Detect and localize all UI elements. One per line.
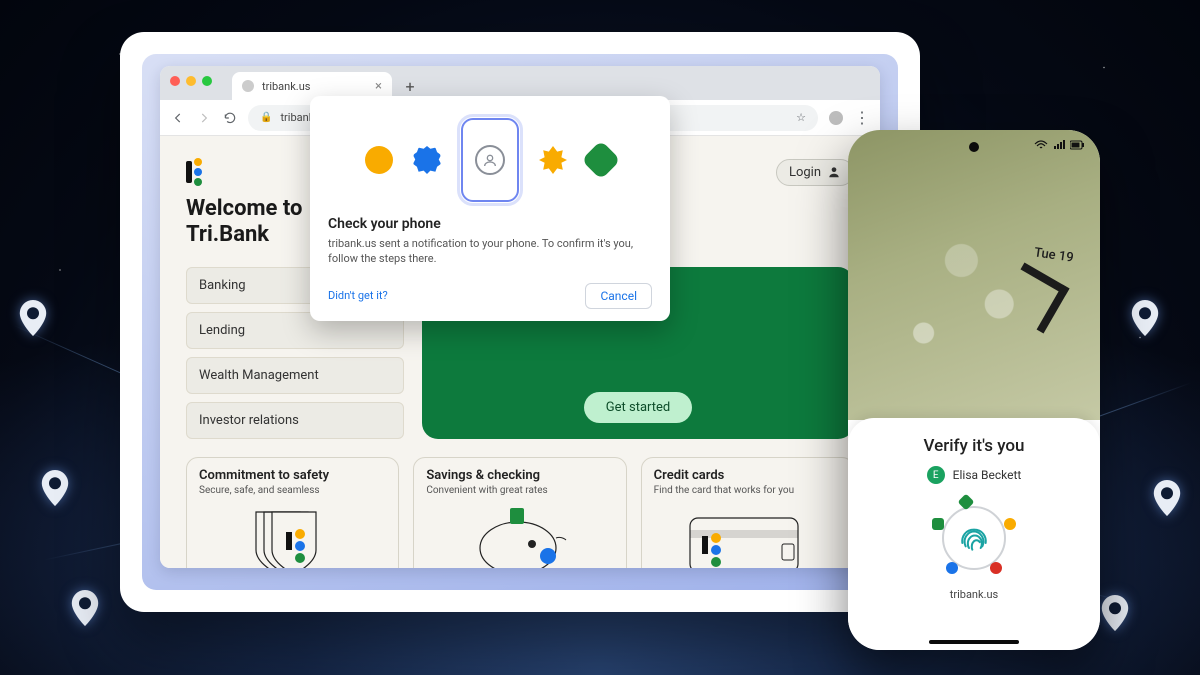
- dot-yellow-icon: [365, 146, 393, 174]
- info-card-credit[interactable]: Credit cards Find the card that works fo…: [641, 457, 854, 568]
- signal-icon: [1053, 140, 1065, 150]
- user-icon: [827, 165, 841, 179]
- login-button[interactable]: Login: [776, 159, 854, 186]
- browser-tab-strip: tribank.us × +: [160, 66, 880, 100]
- map-pin-icon: [1152, 480, 1182, 516]
- card-title: Savings & checking: [426, 468, 613, 483]
- account-avatar: E: [927, 466, 945, 484]
- login-label: Login: [789, 165, 821, 180]
- user-avatar-icon: [475, 145, 505, 175]
- lockscreen-date: Tue 19: [1034, 245, 1075, 265]
- piggy-bank-icon: [426, 502, 613, 568]
- fingerprint-icon: [952, 516, 996, 560]
- dialog-icon-row: [328, 118, 652, 202]
- lock-icon: 🔒: [260, 112, 272, 123]
- get-started-button[interactable]: Get started: [584, 392, 692, 423]
- window-controls[interactable]: [170, 76, 212, 86]
- reload-button[interactable]: [222, 110, 238, 126]
- dialog-help-link[interactable]: Didn't get it?: [328, 289, 388, 302]
- verify-sheet: Verify it's you E Elisa Beckett tribank.…: [848, 418, 1100, 650]
- diamond-green-icon: [581, 140, 621, 180]
- shield-stack-icon: [199, 502, 386, 568]
- home-indicator[interactable]: [929, 640, 1019, 644]
- card-title: Credit cards: [654, 468, 841, 483]
- phone-camera-icon: [969, 142, 979, 152]
- info-card-savings[interactable]: Savings & checking Convenient with great…: [413, 457, 626, 568]
- badge-blue-icon: [413, 146, 441, 174]
- site-logo[interactable]: [186, 158, 202, 186]
- minimize-window-icon[interactable]: [186, 76, 196, 86]
- close-tab-icon[interactable]: ×: [375, 79, 382, 94]
- sheet-title: Verify it's you: [862, 436, 1086, 456]
- close-window-icon[interactable]: [170, 76, 180, 86]
- phone-frame: Tue 19 Verify it's you E Elisa Beckett t…: [848, 130, 1100, 650]
- back-button[interactable]: [170, 110, 186, 126]
- nav-item-investor[interactable]: Investor relations: [186, 402, 404, 439]
- card-subtitle: Secure, safe, and seamless: [199, 485, 386, 496]
- nav-item-wealth[interactable]: Wealth Management: [186, 357, 404, 394]
- card-subtitle: Find the card that works for you: [654, 485, 841, 496]
- account-row[interactable]: E Elisa Beckett: [862, 466, 1086, 484]
- credit-card-icon: [654, 502, 841, 568]
- info-card-safety[interactable]: Commitment to safety Secure, safe, and s…: [186, 457, 399, 568]
- dialog-title: Check your phone: [328, 216, 652, 232]
- battery-icon: [1070, 140, 1086, 150]
- verify-site-label: tribank.us: [862, 588, 1086, 601]
- forward-button[interactable]: [196, 110, 212, 126]
- browser-menu-icon[interactable]: ⋮: [854, 108, 870, 127]
- tab-favicon: [242, 80, 254, 92]
- maximize-window-icon[interactable]: [202, 76, 212, 86]
- map-pin-icon: [1130, 300, 1160, 336]
- bookmark-star-icon[interactable]: ☆: [796, 111, 806, 124]
- passkey-dialog: Check your phone tribank.us sent a notif…: [310, 96, 670, 321]
- card-subtitle: Convenient with great rates: [426, 485, 613, 496]
- phone-wallpaper: Tue 19: [848, 130, 1100, 420]
- map-pin-icon: [1100, 595, 1130, 631]
- status-bar: [1034, 140, 1086, 150]
- map-pin-icon: [18, 300, 48, 336]
- map-pin-icon: [40, 470, 70, 506]
- map-pin-icon: [70, 590, 100, 626]
- fingerprint-button[interactable]: [932, 496, 1016, 580]
- phone-outline-icon: [461, 118, 519, 202]
- dialog-body: tribank.us sent a notification to your p…: [328, 236, 652, 267]
- new-tab-button[interactable]: +: [398, 74, 422, 98]
- account-name: Elisa Beckett: [953, 468, 1022, 482]
- cancel-button[interactable]: Cancel: [585, 283, 652, 309]
- wifi-icon: [1034, 140, 1048, 150]
- card-title: Commitment to safety: [199, 468, 386, 483]
- profile-avatar-icon[interactable]: [828, 110, 844, 126]
- clover-yellow-icon: [539, 146, 567, 174]
- tab-title: tribank.us: [262, 80, 310, 93]
- lockscreen-clock-icon: [998, 262, 1069, 333]
